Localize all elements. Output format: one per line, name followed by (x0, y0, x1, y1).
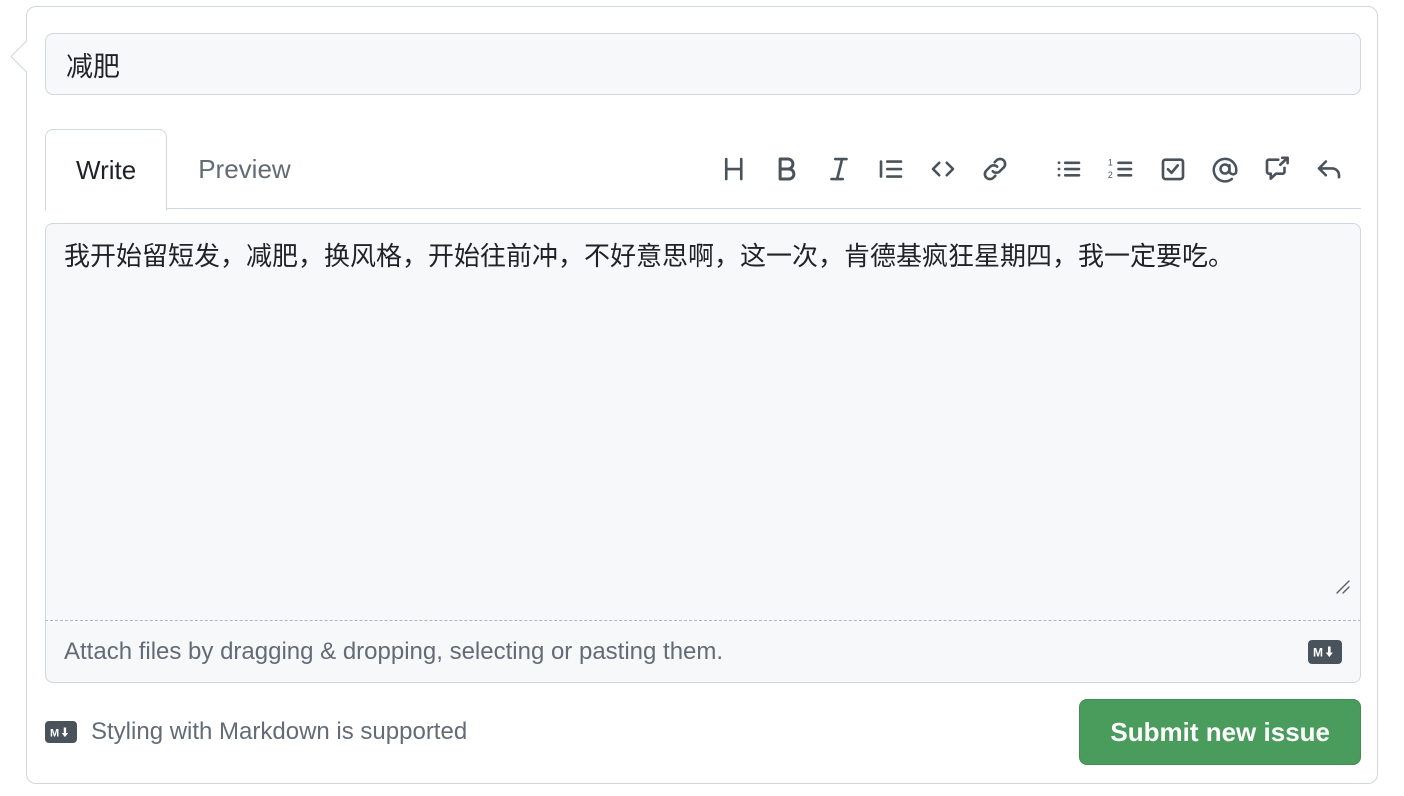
code-icon (928, 154, 958, 184)
bold-icon (772, 154, 802, 184)
svg-text:M: M (1313, 645, 1323, 659)
tab-preview-label: Preview (198, 154, 291, 184)
toolbar-group-formatting (709, 145, 1021, 193)
attach-files-bar[interactable]: Attach files by dragging & dropping, sel… (45, 621, 1361, 683)
tab-write-label: Write (76, 154, 137, 185)
issue-comment-box: Write Preview (10, 6, 1378, 784)
attach-files-text: Attach files by dragging & dropping, sel… (64, 637, 724, 665)
comment-body-textarea[interactable] (45, 223, 1361, 621)
composer-header: Write Preview 1 2 (45, 129, 1361, 211)
code-button[interactable] (917, 145, 969, 193)
markdown-icon: M (1308, 639, 1342, 664)
task-list-button[interactable] (1147, 145, 1199, 193)
markdown-icon: M (45, 721, 77, 743)
toolbar-group-lists: 1 2 (1043, 145, 1355, 193)
ordered-list-button[interactable]: 1 2 (1095, 145, 1147, 193)
reply-icon (1314, 154, 1344, 184)
ordered-list-icon: 1 2 (1106, 154, 1136, 184)
composer-tabs: Write Preview (45, 129, 322, 211)
markdown-toolbar: 1 2 (709, 145, 1355, 193)
heading-button[interactable] (709, 145, 761, 193)
italic-button[interactable] (813, 145, 865, 193)
link-button[interactable] (969, 145, 1021, 193)
speech-bubble-tail-fill (13, 40, 45, 72)
tab-preview[interactable]: Preview (167, 129, 321, 210)
cross-reference-icon (1262, 154, 1292, 184)
svg-text:1: 1 (1108, 157, 1113, 167)
composer-footer: M Styling with Markdown is supported Sub… (45, 697, 1361, 767)
svg-text:2: 2 (1108, 170, 1113, 180)
mention-button[interactable] (1199, 145, 1251, 193)
italic-icon (824, 154, 854, 184)
quote-button[interactable] (865, 145, 917, 193)
markdown-support-text: Styling with Markdown is supported (91, 718, 468, 745)
task-list-icon (1158, 154, 1188, 184)
unordered-list-button[interactable] (1043, 145, 1095, 193)
cross-reference-button[interactable] (1251, 145, 1303, 193)
submit-new-issue-button[interactable]: Submit new issue (1079, 699, 1361, 765)
markdown-support-note[interactable]: M Styling with Markdown is supported (45, 718, 467, 746)
issue-title-input[interactable] (45, 33, 1361, 95)
svg-text:M: M (50, 727, 59, 739)
unordered-list-icon (1054, 154, 1084, 184)
bold-button[interactable] (761, 145, 813, 193)
link-icon (980, 154, 1010, 184)
quote-icon (876, 154, 906, 184)
reply-button[interactable] (1303, 145, 1355, 193)
mention-icon (1210, 154, 1240, 184)
tab-write[interactable]: Write (45, 129, 168, 211)
heading-icon (720, 154, 750, 184)
